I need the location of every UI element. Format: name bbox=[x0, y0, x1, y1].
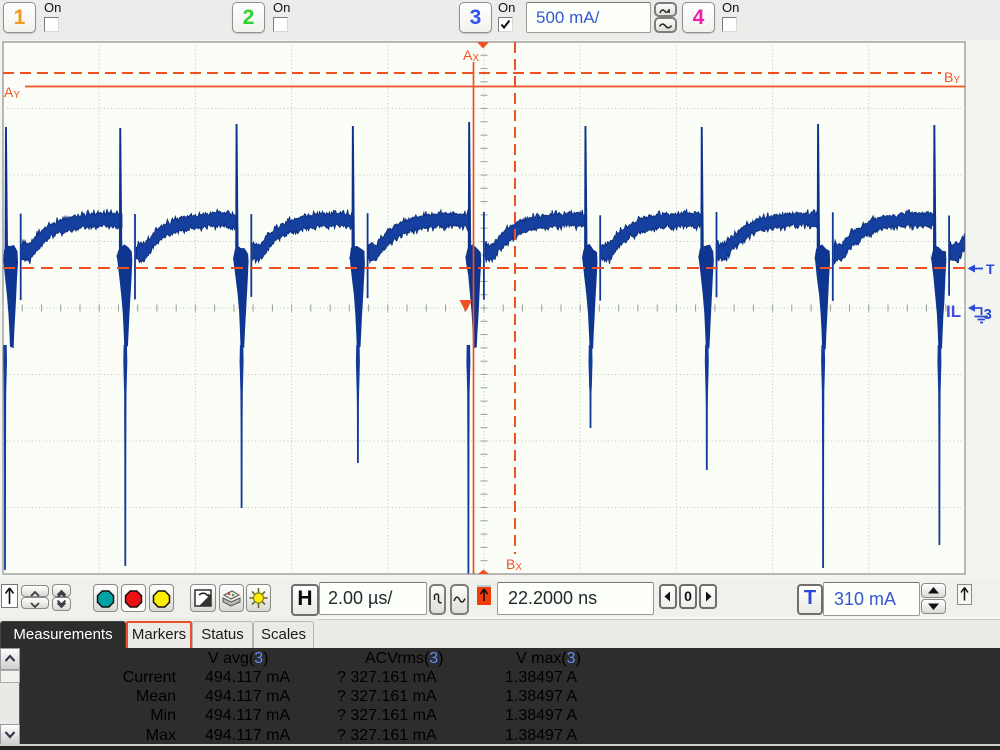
svg-text:IL: IL bbox=[946, 302, 961, 321]
svg-text:3: 3 bbox=[984, 306, 992, 323]
svg-text:T: T bbox=[986, 261, 995, 277]
